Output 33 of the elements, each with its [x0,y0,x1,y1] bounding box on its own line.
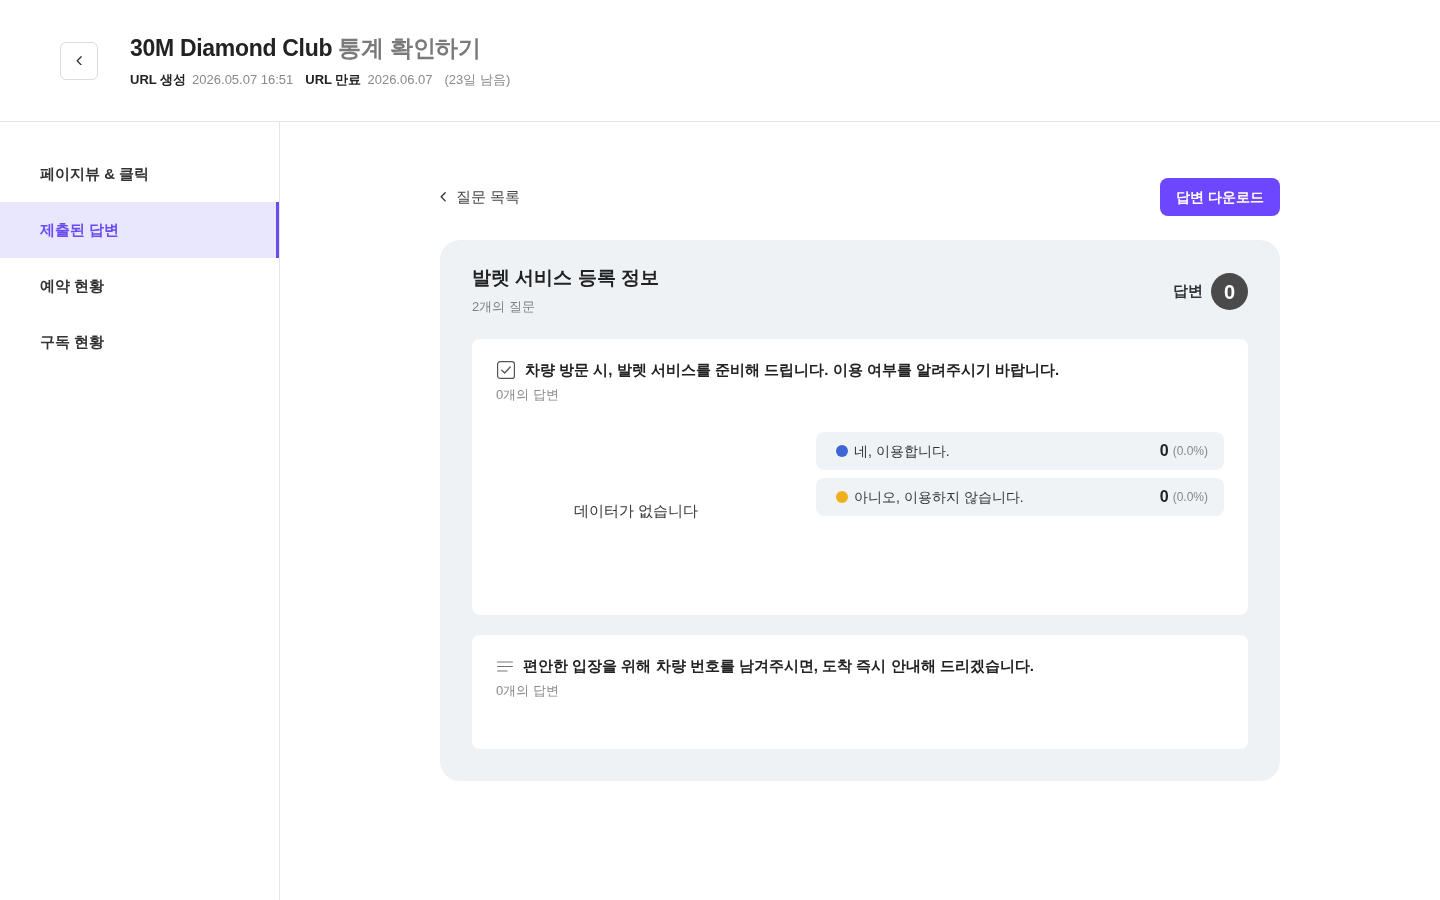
answer-count: 0 [1211,273,1248,310]
sidebar-item[interactable]: 구독 현황 [0,314,279,370]
page-title-suffix: 통계 확인하기 [338,34,481,61]
meta-value: 2026.06.07 [367,70,433,89]
option-percent: (0.0%) [1172,489,1208,506]
no-data-message: 데이터가 없습니다 [573,500,699,521]
option-percent: (0.0%) [1172,443,1208,460]
checkbox-icon [497,361,515,379]
meta-label: URL 생성 [130,70,187,89]
meta-label: URL 만료 [305,70,362,89]
answer-label: 답변 [1173,281,1203,302]
answer-count-text: 0개의 답변 [496,386,560,404]
question-title: 차량 방문 시, 발렛 서비스를 준비해 드립니다. 이용 여부를 알려주시기 바랍니다. [525,360,1060,380]
section-subtitle: 2개의 질문 [472,298,536,316]
option-count: 0 [1159,441,1169,461]
meta-note: (23일 남음) [444,70,511,89]
chevron-left-icon [76,55,82,66]
option-count: 0 [1159,487,1169,507]
text-lines-icon [497,660,513,672]
download-button[interactable]: 답변 다운로드 [1160,178,1280,216]
sidebar-item[interactable]: 제출된 답변 [0,202,279,258]
section-title: 발렛 서비스 등록 정보 [472,266,659,290]
chevron-left-icon [440,192,446,202]
back-button[interactable] [60,41,98,80]
page-title: 30M Diamond Club [130,34,333,61]
sidebar-item[interactable]: 예약 현황 [0,258,279,314]
sidebar-item[interactable]: 페이지뷰 & 클릭 [0,146,279,202]
meta-value: 2026.05.07 16:51 [192,70,294,89]
back-link[interactable]: 질문 목록 [440,185,521,209]
answer-count-text: 0개의 답변 [496,682,560,700]
option-label: 아니오, 이용하지 않습니다. [854,487,1025,507]
question-title: 편안한 입장을 위해 차량 번호를 남겨주시면, 도착 즉시 안내해 드리겠습니다. [523,656,1034,676]
option-label: 네, 이용합니다. [854,441,951,461]
